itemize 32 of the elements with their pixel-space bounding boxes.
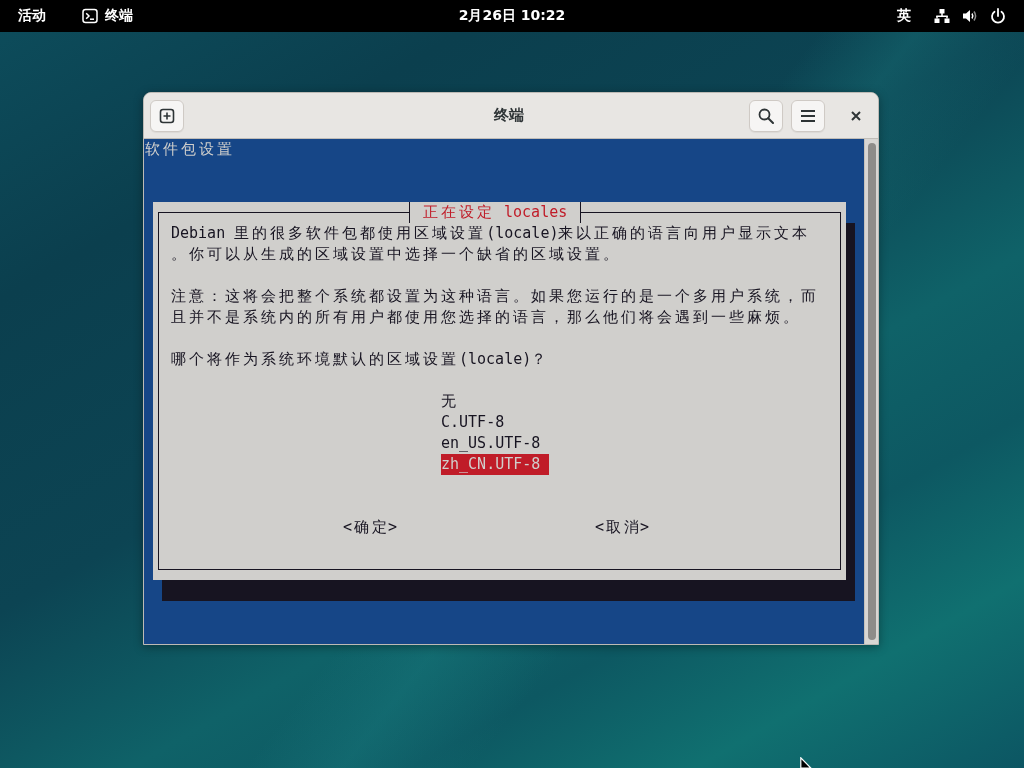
app-menu-button[interactable]: 终端 bbox=[70, 0, 145, 32]
menu-icon bbox=[800, 108, 816, 123]
option-item[interactable]: C.UTF-8 bbox=[441, 412, 549, 433]
scrollbar[interactable] bbox=[864, 139, 878, 644]
terminal-icon bbox=[82, 8, 98, 24]
pointer-cursor-icon bbox=[800, 757, 812, 768]
clock-button[interactable]: 2月26日 10:22 bbox=[448, 0, 576, 32]
dialog-text-line: 且并不是系统内的所有用户都使用您选择的语言，那么他们将会遇到一些麻烦。 bbox=[171, 307, 799, 328]
dialog-text-line: 。你可以从生成的区域设置中选择一个缺省的区域设置。 bbox=[171, 244, 619, 265]
dialog-text-line: Debian 里的很多软件包都使用区域设置(locale)来以正确的语言向用户显示文本 bbox=[171, 223, 809, 244]
dialog-text-line: 哪个将作为系统环境默认的区域设置(locale)？ bbox=[171, 349, 548, 370]
network-icon[interactable] bbox=[934, 8, 950, 24]
window-title: 终端 bbox=[494, 106, 524, 125]
menu-button[interactable] bbox=[791, 99, 825, 132]
volume-icon[interactable] bbox=[962, 8, 978, 24]
option-item[interactable]: 无 bbox=[441, 391, 549, 412]
ok-button[interactable]: <确定> bbox=[343, 517, 398, 538]
search-button[interactable] bbox=[749, 99, 783, 132]
new-tab-button[interactable] bbox=[150, 99, 184, 132]
cancel-button[interactable]: <取消> bbox=[595, 517, 650, 538]
option-item[interactable]: en_US.UTF-8 bbox=[441, 433, 549, 454]
activities-button[interactable]: 活动 bbox=[6, 0, 58, 32]
option-item[interactable]: zh_CN.UTF-8 bbox=[441, 454, 549, 475]
plus-square-icon bbox=[159, 107, 175, 124]
dialog-title: 正在设定 locales bbox=[409, 202, 582, 223]
scrollbar-thumb[interactable] bbox=[868, 143, 876, 640]
input-method-button[interactable]: 英 bbox=[885, 0, 923, 32]
terminal-heading: 软件包设置 bbox=[144, 139, 233, 160]
power-icon[interactable] bbox=[990, 8, 1006, 24]
dialog-text-line: 注意：这将会把整个系统都设置为这种语言。如果您运行的是一个多用户系统，而 bbox=[171, 286, 817, 307]
search-icon bbox=[758, 107, 774, 124]
close-icon bbox=[851, 110, 861, 121]
